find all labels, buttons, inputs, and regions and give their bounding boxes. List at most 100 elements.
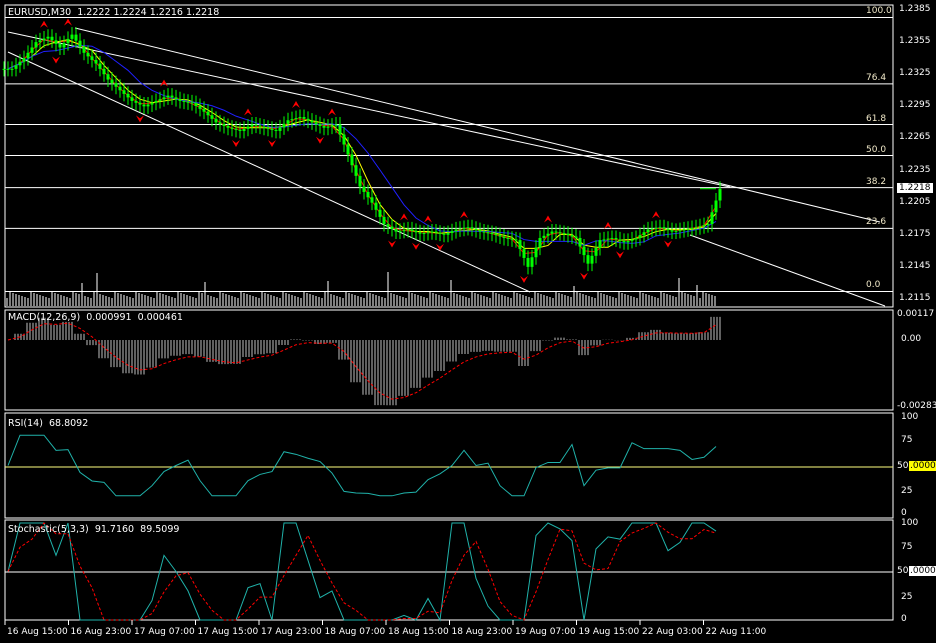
stoch-value-2: 89.5099 — [140, 524, 180, 535]
candle-body — [94, 59, 98, 64]
candle-body — [718, 188, 722, 201]
symbol-header: EURUSD,M30 1.2222 1.2224 1.2216 1.2218 — [8, 7, 219, 18]
candle-body — [114, 83, 118, 87]
candle-body — [462, 227, 466, 229]
candle-body — [74, 34, 78, 41]
candle-body — [202, 108, 206, 112]
candle-body — [258, 125, 262, 127]
candle-body — [2, 68, 6, 70]
candle-body — [98, 63, 102, 69]
candle-body — [622, 240, 626, 243]
candle-body — [146, 104, 150, 107]
candle-body — [78, 40, 82, 47]
time-axis-label: 18 Aug 15:00 — [388, 627, 449, 637]
candle-body — [210, 115, 214, 119]
macd-title: MACD(12,26,9) — [8, 312, 81, 323]
candle-body — [502, 236, 506, 238]
candle-body — [242, 128, 246, 131]
price-axis-label: 1.2325 — [899, 68, 931, 79]
candle-body — [294, 118, 298, 120]
candle-body — [286, 120, 290, 124]
stoch-axis-50: 50 — [897, 566, 909, 576]
price-axis-label: 1.2295 — [899, 100, 931, 111]
candle-body — [562, 232, 566, 234]
candle-body — [110, 79, 114, 84]
candle-body — [550, 231, 554, 234]
candle-body — [174, 97, 178, 100]
candle-body — [506, 237, 510, 239]
symbol-title: EURUSD,M30 — [8, 7, 72, 18]
candle-body — [442, 233, 446, 235]
candle-body — [182, 100, 186, 102]
candle-body — [118, 86, 122, 91]
candle-body — [458, 228, 462, 230]
candle-body — [234, 128, 238, 130]
candle-body — [410, 229, 414, 231]
time-axis-label: 17 Aug 07:00 — [134, 627, 195, 637]
candle-body — [342, 134, 346, 145]
fib-level-label: 50.0 — [866, 144, 887, 155]
candle-body — [606, 238, 610, 240]
candle-body — [482, 231, 486, 233]
candle-body — [198, 105, 202, 109]
candle-body — [642, 232, 646, 236]
candle-body — [650, 228, 654, 230]
candle-body — [54, 40, 58, 44]
macd-axis-bottom: -0.00283 — [897, 401, 936, 411]
candle-body — [518, 240, 522, 250]
candle-body — [190, 102, 194, 104]
candle-body — [214, 118, 218, 123]
candle-body — [126, 93, 130, 98]
candle-body — [362, 186, 366, 192]
candle-body — [478, 230, 482, 232]
candle-body — [122, 90, 126, 94]
candle-body — [326, 126, 330, 128]
candle-body — [306, 118, 310, 121]
candle-body — [386, 224, 390, 227]
candle-body — [390, 226, 394, 230]
candle-body — [282, 123, 286, 128]
rsi-axis-75: 75 — [901, 435, 913, 445]
candle-body — [130, 97, 134, 101]
candle-body — [374, 202, 378, 210]
candle-body — [630, 239, 634, 241]
macd-axis-zero: 0.00 — [901, 334, 922, 344]
candle-body — [366, 191, 370, 198]
candle-body — [678, 230, 682, 232]
candle-body — [338, 124, 342, 135]
candle-body — [618, 239, 622, 241]
candle-body — [494, 233, 498, 236]
candle-body — [322, 125, 326, 128]
candle-body — [698, 226, 702, 228]
candle-body — [602, 239, 606, 241]
candle-body — [18, 61, 22, 66]
candle-body — [598, 240, 602, 248]
candle-body — [490, 232, 494, 234]
price-axis-label: 1.2265 — [899, 132, 931, 143]
candle-body — [586, 255, 590, 264]
candle-body — [62, 43, 66, 48]
macd-axis-top: 0.00117 — [897, 309, 935, 319]
candle-body — [514, 239, 518, 241]
candle-body — [166, 95, 170, 98]
candle-body — [406, 229, 410, 231]
rsi-axis-50: 50 — [897, 461, 909, 471]
candle-body — [246, 126, 250, 129]
candle-body — [658, 227, 662, 229]
time-axis-label: 17 Aug 15:00 — [197, 627, 259, 637]
candle-body — [90, 56, 94, 60]
candle-body — [58, 43, 62, 48]
candle-body — [354, 165, 358, 176]
candle-body — [30, 47, 34, 53]
candle-body — [66, 38, 70, 44]
candle-body — [682, 229, 686, 231]
candle-body — [34, 42, 38, 48]
candle-body — [82, 46, 86, 53]
time-axis-label: 16 Aug 15:00 — [7, 627, 68, 637]
candle-body — [450, 231, 454, 233]
price-axis-label: 1.2235 — [899, 164, 931, 175]
candle-body — [378, 209, 382, 217]
candle-body — [46, 36, 50, 39]
candle-body — [222, 124, 226, 126]
stoch-title: Stochastic(5,3,3) — [8, 524, 89, 535]
